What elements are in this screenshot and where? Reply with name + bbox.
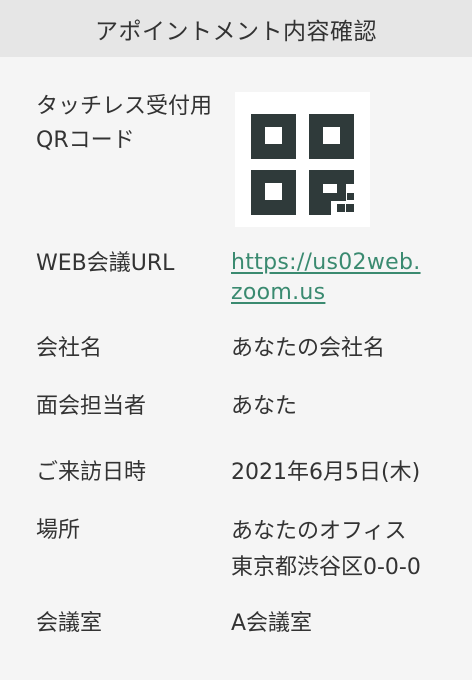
place-label: 場所 <box>36 518 81 543</box>
place-value-line1: あなたのオフィス <box>231 519 407 544</box>
contact-value: あなた <box>231 394 298 419</box>
web-url-value: https://us02web. zoom.us <box>231 248 461 308</box>
page-title: アポイントメント内容確認 <box>95 18 377 45</box>
company-label: 会社名 <box>36 336 103 361</box>
qr-label-line2: QRコード <box>36 128 135 153</box>
datetime-label: ご来訪日時 <box>36 460 147 485</box>
web-url-link-line2[interactable]: zoom.us <box>231 278 461 308</box>
web-url-label: WEB会議URL <box>36 251 175 276</box>
qr-label: タッチレス受付用 QRコード <box>36 90 216 158</box>
room-label: 会議室 <box>36 611 103 636</box>
contact-label: 面会担当者 <box>36 394 147 419</box>
qr-code-icon <box>235 92 370 227</box>
place-value-line2: 東京都渋谷区0-0-0 <box>231 555 421 580</box>
room-value: A会議室 <box>231 611 313 636</box>
place-value: あなたのオフィス 東京都渋谷区0-0-0 <box>231 514 461 586</box>
company-value: あなたの会社名 <box>231 336 386 361</box>
web-url-link-line1[interactable]: https://us02web. <box>231 248 461 278</box>
datetime-value: 2021年6月5日(木) <box>231 460 421 485</box>
page-header: アポイントメント内容確認 <box>0 0 472 57</box>
qr-label-line1: タッチレス受付用 <box>36 94 213 119</box>
